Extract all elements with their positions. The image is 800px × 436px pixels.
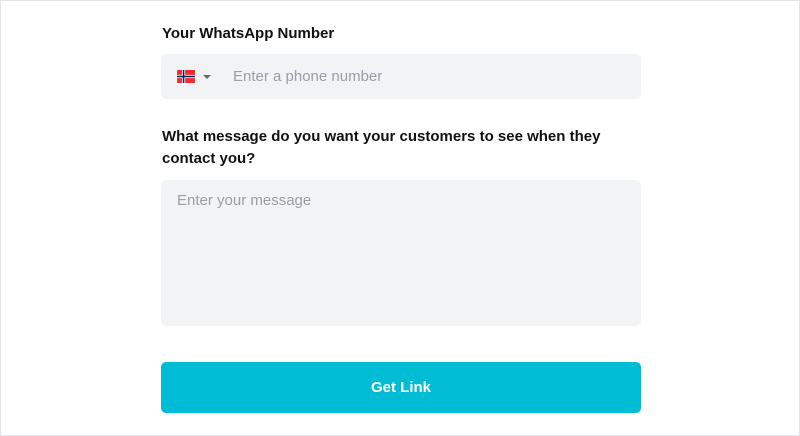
- phone-field-label: Your WhatsApp Number: [162, 25, 335, 42]
- get-link-button[interactable]: Get Link: [161, 362, 641, 413]
- phone-field: [161, 54, 641, 99]
- phone-number-input[interactable]: [233, 54, 641, 99]
- chevron-down-icon: [203, 74, 211, 79]
- norway-flag-icon: [177, 70, 195, 83]
- country-code-select[interactable]: [161, 54, 211, 99]
- message-field-label: What message do you want your customers …: [162, 128, 601, 167]
- message-textarea[interactable]: [161, 180, 641, 326]
- form-panel: Your WhatsApp Number What message do you…: [0, 0, 800, 436]
